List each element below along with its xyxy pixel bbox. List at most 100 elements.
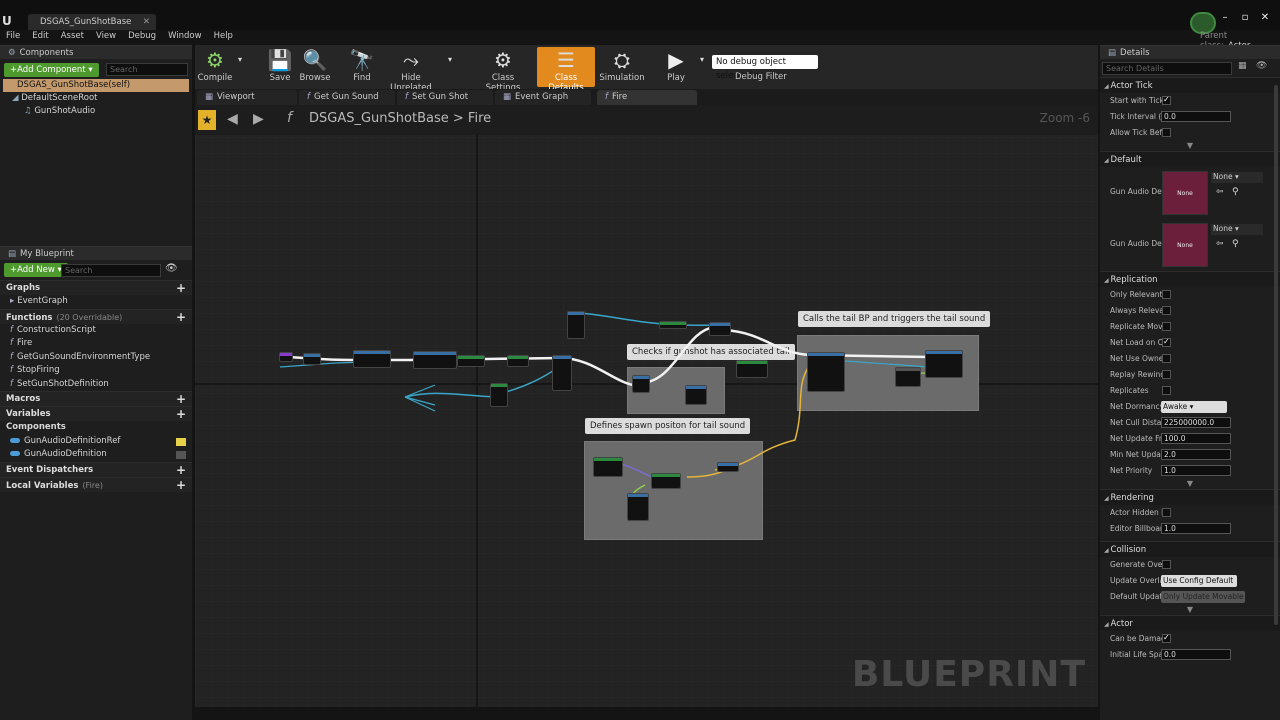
tab-viewport[interactable]: ▦ Viewport (197, 90, 297, 105)
default-section[interactable]: Default (1100, 151, 1280, 167)
graph-node[interactable] (353, 350, 391, 368)
tab-set-gun-shot-defin[interactable]: fSet Gun Shot Defin (397, 90, 493, 117)
save-button[interactable]: 💾 Save (265, 47, 295, 87)
min-net-field[interactable]: 2.0 (1161, 449, 1231, 460)
visibility-toggle-icon[interactable] (176, 437, 186, 446)
variables-section-header[interactable]: Variables + (0, 406, 192, 421)
add-variable-icon[interactable]: + (176, 407, 186, 422)
expand-chevron-icon[interactable]: ▼ (1100, 479, 1280, 489)
favorite-star-icon[interactable]: ★ (198, 110, 216, 130)
always-relevant-checkbox[interactable] (1162, 306, 1171, 315)
tab-get-gun-sound-env[interactable]: fGet Gun Sound Env (299, 90, 395, 117)
tab-event-graph[interactable]: ▦ Event Graph (495, 90, 591, 105)
add-local-variable-icon[interactable]: + (176, 478, 186, 493)
debug-object-select[interactable]: No debug object selected ▾ (712, 55, 818, 81)
default-update-select[interactable]: Only Update Movable ▾ (1161, 591, 1245, 613)
back-arrow-icon[interactable]: ◀ (227, 111, 238, 127)
menu-edit[interactable]: Edit (26, 31, 54, 45)
net-use-owner-checkbox[interactable] (1162, 354, 1171, 363)
function-item-getgunsoundenvironmenttype[interactable]: f GetGunSoundEnvironmentType (0, 351, 192, 365)
property-matrix-icon[interactable]: ▦ (1238, 61, 1247, 71)
details-tab[interactable]: ▤ Details (1100, 45, 1280, 59)
use-selected-arrow-icon[interactable]: ⇦ (1216, 187, 1224, 197)
details-scrollbar[interactable] (1274, 85, 1278, 625)
close-tab-icon[interactable]: ✕ (143, 14, 150, 30)
functions-section-header[interactable]: Functions (20 Overridable) + (0, 308, 192, 325)
menu-view[interactable]: View (90, 31, 122, 45)
asset-picker-combo[interactable]: None ▾ (1211, 172, 1263, 183)
asset-picker-combo[interactable]: None ▾ (1211, 224, 1263, 235)
replicate-movement-checkbox[interactable] (1162, 322, 1171, 331)
tick-interval-field[interactable]: 0.0 (1161, 111, 1231, 122)
menu-asset[interactable]: Asset (55, 31, 90, 45)
graph-node[interactable] (895, 367, 921, 387)
tab-fire[interactable]: f Fire (597, 90, 697, 105)
function-item-stopfiring[interactable]: f StopFiring (0, 364, 192, 378)
class-settings-button[interactable]: ⚙ Class Settings (475, 47, 531, 93)
graph-node[interactable] (593, 457, 623, 477)
graph-node[interactable] (709, 322, 731, 336)
visibility-eye-icon[interactable]: 👁 (165, 263, 178, 274)
simulation-button[interactable]: ⛭ Simulation (599, 47, 645, 87)
graph-node[interactable] (736, 360, 768, 378)
graph-item-eventgraph[interactable]: ▸ EventGraph (0, 295, 192, 309)
variable-item-gunaudiodefinitionref[interactable]: GunAudioDefinitionRef (0, 435, 192, 449)
function-item-fire[interactable]: f Fire (0, 337, 192, 351)
rendering-section[interactable]: Rendering (1100, 489, 1280, 505)
update-overlap-select[interactable]: Use Config Default ▾ (1161, 575, 1237, 597)
menu-window[interactable]: Window (162, 31, 208, 45)
component-gun-shot-audio[interactable]: ♫ GunShotAudio (0, 105, 192, 118)
can-be-damaged-checkbox[interactable] (1162, 633, 1171, 643)
graph-node[interactable] (552, 355, 572, 391)
details-search-input[interactable]: Search Details (1102, 62, 1232, 75)
play-button[interactable]: ▶ Play (661, 47, 691, 87)
graph-node[interactable] (507, 355, 529, 367)
add-macro-icon[interactable]: + (176, 392, 186, 407)
initial-life-field[interactable]: 0.0 (1161, 649, 1231, 660)
add-dispatcher-icon[interactable]: + (176, 463, 186, 478)
net-cull-field[interactable]: 225000000.0 (1161, 417, 1231, 428)
compile-button[interactable]: ⚙ Compile (197, 47, 233, 87)
expand-chevron-icon[interactable]: ▼ (1100, 141, 1280, 151)
function-item-constructionscript[interactable]: f ConstructionScript (0, 324, 192, 338)
start-with-tick-checkbox[interactable] (1162, 95, 1171, 105)
replicates-checkbox[interactable] (1162, 386, 1171, 395)
component-self[interactable]: DSGAS_GunShotBase(self) (3, 79, 189, 92)
find-button[interactable]: 🔭 Find (347, 47, 377, 87)
graph-node[interactable] (303, 353, 321, 365)
editor-billboard-field[interactable]: 1.0 (1161, 523, 1231, 534)
compile-options-dropdown[interactable]: ▾ (235, 47, 245, 87)
add-function-icon[interactable]: + (176, 310, 186, 325)
menu-help[interactable]: Help (208, 31, 239, 45)
graph-node[interactable] (567, 311, 585, 339)
add-new-button[interactable]: +Add New ▾ (4, 263, 68, 277)
replication-section[interactable]: Replication (1100, 271, 1280, 287)
graph-node[interactable] (413, 351, 457, 369)
graph-node[interactable] (457, 355, 485, 367)
minimize-icon[interactable]: – (1218, 12, 1232, 24)
component-default-scene-root[interactable]: ◢ DefaultSceneRoot (0, 92, 192, 105)
menu-file[interactable]: File (0, 31, 26, 45)
asset-thumbnail[interactable]: None (1162, 223, 1208, 267)
hide-unrelated-dropdown[interactable]: ▾ (445, 47, 455, 87)
graph-node[interactable] (490, 383, 508, 407)
function-entry-node[interactable] (279, 352, 293, 362)
replay-rewind-checkbox[interactable] (1162, 370, 1171, 379)
graph-node[interactable] (651, 473, 681, 489)
asset-thumbnail[interactable]: None (1162, 171, 1208, 215)
components-category[interactable]: Components (0, 421, 192, 435)
function-item-setgunshotdefinition[interactable]: f SetGunShotDefinition (0, 378, 192, 392)
spawn-actor-node[interactable] (807, 352, 845, 392)
actor-hidden-checkbox[interactable] (1162, 508, 1171, 517)
my-blueprint-tab[interactable]: ▤ My Blueprint (0, 246, 192, 260)
net-load-checkbox[interactable] (1162, 337, 1171, 347)
browse-asset-icon[interactable]: ⚲ (1232, 187, 1239, 197)
graph-node[interactable] (659, 321, 687, 329)
graph-node[interactable] (717, 462, 739, 472)
forward-arrow-icon[interactable]: ▶ (253, 111, 264, 127)
use-selected-arrow-icon[interactable]: ⇦ (1216, 239, 1224, 249)
add-component-button[interactable]: +Add Component ▾ (4, 63, 99, 77)
collision-section[interactable]: Collision (1100, 541, 1280, 557)
add-graph-icon[interactable]: + (176, 281, 186, 296)
components-tab[interactable]: ⚙ Components (0, 45, 192, 59)
